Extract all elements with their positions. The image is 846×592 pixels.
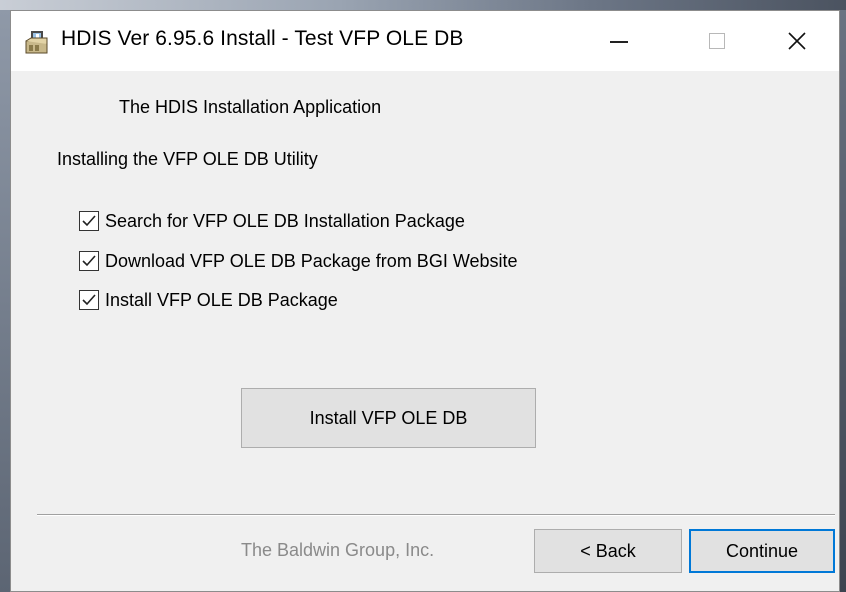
installer-package-icon [23,29,51,55]
back-button[interactable]: < Back [534,529,682,573]
desktop-background [0,0,846,10]
step-install-checkbox[interactable] [79,290,99,310]
page-subheading: Installing the VFP OLE DB Utility [57,149,318,169]
title-bar[interactable]: HDIS Ver 6.95.6 Install - Test VFP OLE D… [11,11,839,71]
step-search-checkbox[interactable] [79,211,99,231]
checkmark-icon [82,215,96,227]
step-install-row[interactable]: Install VFP OLE DB Package [79,288,338,312]
step-search-row[interactable]: Search for VFP OLE DB Installation Packa… [79,209,465,233]
minimize-button[interactable] [573,11,665,71]
desktop-background-left [0,10,10,592]
continue-button[interactable]: Continue [689,529,835,573]
step-install-label: Install VFP OLE DB Package [105,289,338,310]
maximize-button[interactable] [671,11,763,71]
minimize-icon [610,41,628,43]
close-icon [788,32,806,50]
step-download-row[interactable]: Download VFP OLE DB Package from BGI Web… [79,249,518,273]
step-download-checkbox[interactable] [79,251,99,271]
page-heading: The HDIS Installation Application [119,97,382,117]
checkmark-icon [82,294,96,306]
footer-divider [37,514,835,516]
window-title: HDIS Ver 6.95.6 Install - Test VFP OLE D… [61,27,464,50]
maximize-icon [709,33,725,49]
installer-dialog: HDIS Ver 6.95.6 Install - Test VFP OLE D… [10,10,840,592]
desktop-background-right [840,10,846,592]
close-button[interactable] [751,11,843,71]
step-download-label: Download VFP OLE DB Package from BGI Web… [105,250,518,271]
company-name: The Baldwin Group, Inc. [241,540,435,560]
step-search-label: Search for VFP OLE DB Installation Packa… [105,210,465,231]
install-vfp-ole-db-button[interactable]: Install VFP OLE DB [241,388,536,448]
checkmark-icon [82,255,96,267]
